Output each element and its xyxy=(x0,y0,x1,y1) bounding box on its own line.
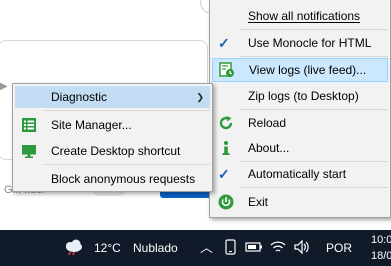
menu-item-show-all-notifications[interactable]: Show all notifications xyxy=(212,5,388,27)
menu-item-label: About... xyxy=(248,141,290,155)
menu-item-about[interactable]: About... xyxy=(212,137,388,159)
menu-item-exit[interactable]: Exit xyxy=(212,191,388,213)
menu-item-label: Exit xyxy=(248,195,269,209)
menu-item-label: Show all notifications xyxy=(248,9,361,23)
power-icon xyxy=(218,194,234,210)
background-arrow-icon: ▶ xyxy=(0,81,8,92)
monitor-icon xyxy=(21,143,37,159)
menu-item-label: Reload xyxy=(248,116,287,130)
menu-item-reload[interactable]: Reload xyxy=(212,112,388,134)
menu-item-label: Block anonymous requests xyxy=(51,172,196,186)
menu-separator xyxy=(240,187,388,188)
list-icon xyxy=(21,117,37,133)
menu-item-label: Create Desktop shortcut xyxy=(51,144,181,158)
menu-separator xyxy=(240,29,388,30)
menu-item-label: Automatically start xyxy=(248,167,347,181)
menu-item-label: Use Monocle for HTML xyxy=(248,36,372,50)
menu-separator xyxy=(240,109,388,110)
menu-item-label: Zip logs (to Desktop) xyxy=(248,89,359,103)
checkmark-icon: ✓ xyxy=(218,35,230,51)
phone-link-icon[interactable] xyxy=(224,239,238,257)
menu-separator xyxy=(43,110,210,111)
menu-item-automatically-start[interactable]: ✓ Automatically start xyxy=(212,163,388,185)
speaker-icon[interactable] xyxy=(294,239,310,257)
clock-date: 18/05/ xyxy=(371,250,391,262)
menu-item-label: Diagnostic xyxy=(51,90,108,104)
chevron-up-icon[interactable]: ︿ xyxy=(200,239,213,257)
menu-item-create-desktop-shortcut[interactable]: Create Desktop shortcut xyxy=(15,140,210,162)
menu-separator xyxy=(240,56,388,57)
menu-item-zip-logs[interactable]: Zip logs (to Desktop) xyxy=(212,85,388,107)
menu-item-site-manager[interactable]: Site Manager... xyxy=(15,114,210,136)
menu-separator xyxy=(43,164,210,165)
wifi-icon[interactable] xyxy=(270,239,286,257)
menu-item-label: View logs (live feed)... xyxy=(249,63,367,77)
view-logs-icon xyxy=(219,62,235,78)
language-indicator[interactable]: POR xyxy=(326,239,352,257)
weather-description[interactable]: Nublado xyxy=(133,239,178,257)
info-icon xyxy=(218,140,234,156)
menu-item-label: Site Manager... xyxy=(51,118,132,132)
menu-item-block-anonymous-requests[interactable]: Block anonymous requests xyxy=(15,168,210,190)
submenu: Diagnostic ❯ Site Manager... Create Desk… xyxy=(12,83,213,192)
taskbar: 12°C Nublado ︿ POR 10:0 18/05/ xyxy=(0,230,391,266)
menu-separator xyxy=(240,161,388,162)
menu-item-use-monocle[interactable]: ✓ Use Monocle for HTML xyxy=(212,32,388,54)
checkmark-icon: ✓ xyxy=(218,166,230,182)
clock[interactable]: 10:0 18/05/ xyxy=(371,232,391,264)
battery-icon[interactable] xyxy=(245,239,263,257)
menu-item-diagnostic[interactable]: Diagnostic ❯ xyxy=(15,86,210,108)
chevron-right-icon: ❯ xyxy=(196,92,204,102)
clock-time: 10:0 xyxy=(371,234,391,246)
menu-item-view-logs[interactable]: View logs (live feed)... xyxy=(212,58,388,82)
weather-cloud-icon[interactable] xyxy=(62,238,84,256)
reload-icon xyxy=(218,115,234,131)
tray-context-menu: Show all notifications ✓ Use Monocle for… xyxy=(209,0,391,218)
weather-temperature[interactable]: 12°C xyxy=(94,239,121,257)
